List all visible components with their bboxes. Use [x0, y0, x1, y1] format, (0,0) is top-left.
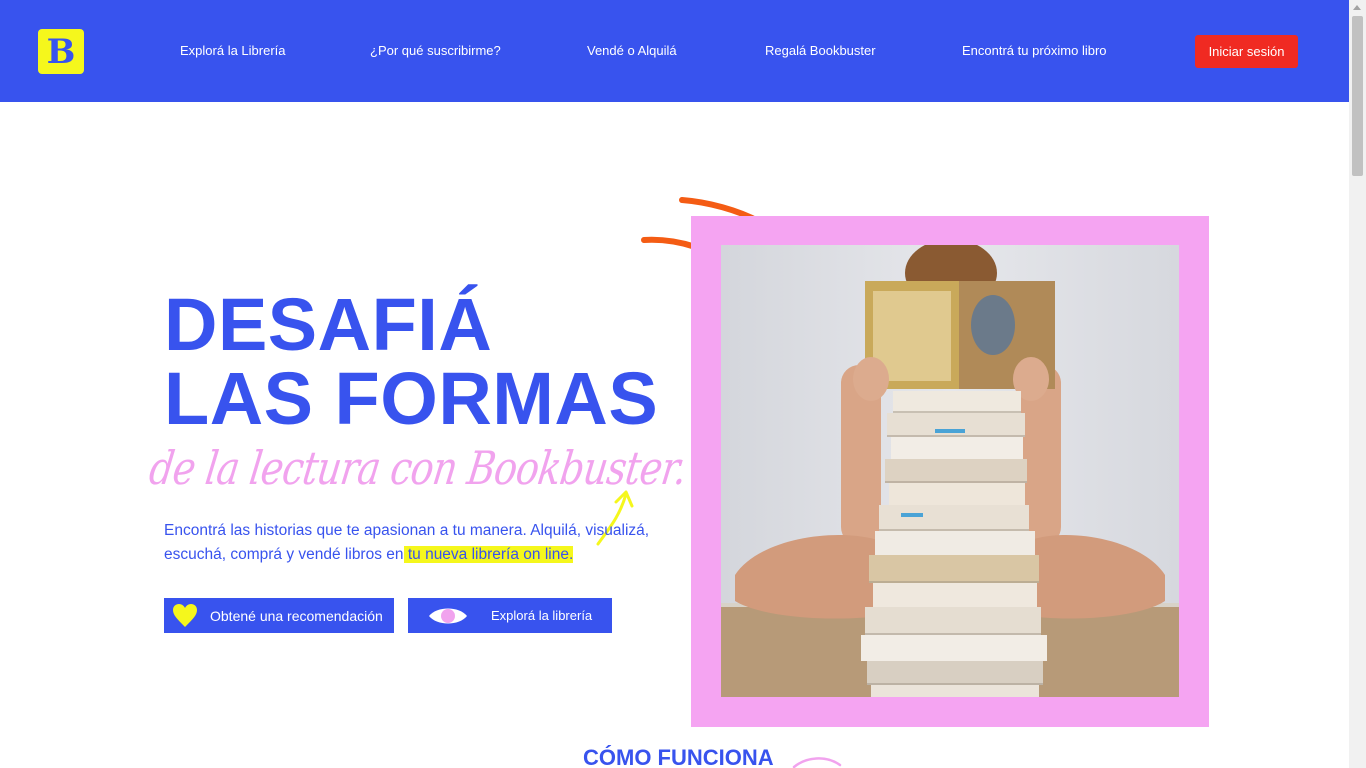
hero-description-highlight: tu nueva librería on line. [403, 546, 574, 563]
hero-title-line-1: DESAFIÁ [164, 283, 493, 366]
login-button[interactable]: Iniciar sesión [1195, 35, 1298, 68]
get-recommendation-button[interactable]: Obtené una recomendación [164, 598, 394, 633]
nav-item-vende-alquila[interactable]: Vendé o Alquilá [587, 43, 677, 59]
bookbuster-logo[interactable]: B [38, 29, 84, 74]
hero-title: DESAFIÁ LAS FORMAS [164, 288, 658, 436]
nav-item-por-que-suscribirme[interactable]: ¿Por qué suscribirme? [370, 43, 501, 59]
hero-title-line-2: LAS FORMAS [164, 357, 659, 440]
scroll-thumb[interactable] [1352, 16, 1363, 176]
explore-library-button[interactable]: Explorá la librería [408, 598, 612, 633]
hero-description: Encontrá las historias que te apasionan … [164, 519, 664, 567]
heart-icon [173, 603, 197, 627]
top-nav-bar: B Explorá la Librería ¿Por qué suscribir… [0, 0, 1349, 102]
explore-library-label: Explorá la librería [491, 608, 593, 623]
scroll-up-arrow-icon[interactable] [1353, 5, 1361, 10]
eye-icon [429, 608, 467, 623]
reader-illustration [721, 245, 1179, 697]
hero-photo-frame [691, 216, 1209, 727]
get-recommendation-label: Obtené una recomendación [210, 607, 383, 624]
nav-item-encontra-proximo-libro[interactable]: Encontrá tu próximo libro [962, 43, 1107, 59]
page-scrollbar[interactable] [1349, 0, 1366, 768]
how-it-works-title: CÓMO FUNCIONA [583, 745, 774, 768]
hero-photo-reader-with-books [721, 245, 1179, 697]
nav-item-explora-libreria[interactable]: Explorá la Librería [180, 43, 286, 59]
pink-arc-decoration [792, 757, 842, 768]
logo-letter: B [46, 31, 76, 72]
nav-item-regala-bookbuster[interactable]: Regalá Bookbuster [765, 43, 876, 59]
